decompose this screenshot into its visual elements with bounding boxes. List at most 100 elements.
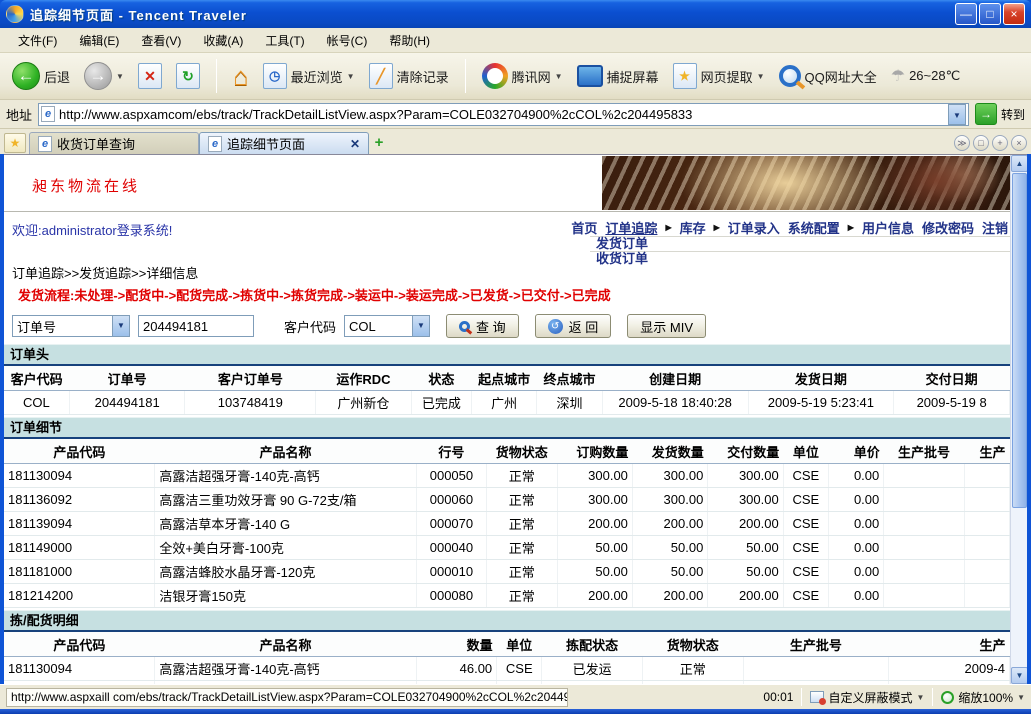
- stop-icon: ✕: [138, 63, 162, 89]
- tab-close-icon[interactable]: ✕: [350, 137, 360, 151]
- nav-change-password[interactable]: 修改密码: [922, 218, 974, 237]
- block-mode-control[interactable]: 自定义屏蔽模式 ▼: [810, 689, 924, 706]
- tencent-dropdown-icon[interactable]: ▼: [555, 72, 563, 81]
- favorites-star-icon[interactable]: ★: [4, 133, 26, 153]
- submenu-ship-order[interactable]: 发货订单: [590, 236, 1010, 251]
- column-header: 订购数量: [557, 438, 632, 464]
- page-content: 昶东物流在线 欢迎:administrator登录系统! 首页 订单追踪 ▶ 库…: [4, 154, 1027, 684]
- menu-file[interactable]: 文件(F): [8, 29, 67, 52]
- menu-edit[interactable]: 编辑(E): [69, 29, 129, 52]
- submenu-receive-order[interactable]: 收货订单: [590, 251, 1010, 266]
- home-button[interactable]: ⌂: [229, 59, 253, 94]
- menu-tools[interactable]: 工具(T): [255, 29, 314, 52]
- return-button[interactable]: ↺ 返 回: [535, 314, 612, 338]
- menu-help[interactable]: 帮助(H): [379, 29, 440, 52]
- table-cell: 高露洁三重功效牙膏 90 G-72支/箱: [155, 488, 416, 512]
- table-cell: 正常: [642, 681, 743, 685]
- recent-button[interactable]: 最近浏览 ▼: [259, 61, 359, 91]
- table-cell: 50.00: [557, 560, 632, 584]
- table-cell: 000050: [416, 464, 486, 488]
- recent-dropdown-icon[interactable]: ▼: [347, 72, 355, 81]
- table-cell: 正常: [487, 584, 557, 608]
- back-button[interactable]: ← 后退: [8, 60, 74, 92]
- table-cell: 2009-5-19 5:23:41: [748, 391, 894, 415]
- column-header: 订单号: [69, 365, 185, 391]
- table-cell: 181136092: [4, 488, 155, 512]
- order-number-input[interactable]: [138, 315, 254, 337]
- column-header: 产品名称: [155, 438, 416, 464]
- home-icon: ⌂: [233, 61, 249, 92]
- block-mode-icon: [810, 691, 824, 703]
- scroll-up-icon[interactable]: ▲: [1011, 155, 1027, 172]
- forward-dropdown-icon[interactable]: ▼: [116, 72, 124, 81]
- search-field-select[interactable]: 订单号 ▼: [12, 315, 130, 337]
- maximize-button[interactable]: □: [979, 3, 1001, 25]
- table-cell: 广州新仓: [316, 391, 412, 415]
- table-cell: [964, 536, 1009, 560]
- restore-window-icon[interactable]: □: [973, 135, 989, 151]
- vertical-scrollbar[interactable]: ▲ ▼: [1010, 155, 1027, 684]
- table-cell: 正常: [487, 560, 557, 584]
- table-row: 181130094高露洁超强牙膏-140克-高钙254.00CSE已发运正常20…: [4, 681, 1010, 685]
- tencent-icon: [482, 63, 508, 89]
- capture-screen-button[interactable]: 捕捉屏幕: [573, 63, 663, 89]
- status-separator: [932, 688, 933, 706]
- nav-logout[interactable]: 注销: [982, 218, 1008, 237]
- extract-dropdown-icon[interactable]: ▼: [757, 72, 765, 81]
- table-cell: 204494181: [69, 391, 185, 415]
- scroll-down-icon[interactable]: ▼: [1011, 667, 1027, 684]
- table-cell: [884, 464, 964, 488]
- go-button[interactable]: → 转到: [975, 103, 1025, 125]
- table-cell: 0.00: [828, 512, 883, 536]
- scrollbar-thumb[interactable]: [1012, 173, 1027, 508]
- nav-order-entry[interactable]: 订单录入: [728, 218, 780, 237]
- show-miv-button[interactable]: 显示 MIV: [627, 314, 706, 338]
- table-cell: [964, 512, 1009, 536]
- table-row: COL204494181103748419广州新仓已完成广州深圳2009-5-1…: [4, 391, 1010, 415]
- new-tab-button[interactable]: +: [369, 133, 389, 153]
- broom-icon: [369, 63, 393, 89]
- table-cell: 洁银牙膏150克: [155, 584, 416, 608]
- nav-home[interactable]: 首页: [571, 218, 597, 237]
- collapse-tabs-icon[interactable]: ≫: [954, 135, 970, 151]
- address-dropdown-icon[interactable]: ▼: [948, 104, 966, 125]
- menu-view[interactable]: 查看(V): [131, 29, 191, 52]
- minimize-button[interactable]: —: [955, 3, 977, 25]
- pin-icon[interactable]: +: [992, 135, 1008, 151]
- menu-account[interactable]: 帐号(C): [317, 29, 378, 52]
- column-header: 客户代码: [4, 365, 69, 391]
- nav-user-info[interactable]: 用户信息: [862, 218, 914, 237]
- tencent-site-button[interactable]: 腾讯网 ▼: [478, 61, 567, 91]
- query-button[interactable]: 查 询: [446, 314, 519, 338]
- tab-receive-order-query[interactable]: e 收货订单查询: [29, 132, 199, 154]
- clear-history-button[interactable]: 清除记录: [365, 61, 453, 91]
- column-header: 产品名称: [155, 631, 416, 657]
- table-cell: 已发运: [542, 681, 643, 685]
- customer-code-select[interactable]: COL ▼: [344, 315, 430, 337]
- nav-inventory[interactable]: 库存: [680, 218, 706, 237]
- table-cell: 深圳: [537, 391, 602, 415]
- nav-system-config[interactable]: 系统配置: [788, 218, 840, 237]
- weather-widget[interactable]: ☂ 26~28℃: [887, 64, 964, 88]
- zoom-control[interactable]: 缩放100% ▼: [941, 689, 1025, 706]
- column-header: 客户订单号: [185, 365, 316, 391]
- nav-order-tracking[interactable]: 订单追踪: [605, 218, 657, 237]
- address-url[interactable]: http://www.aspxamcom/ebs/track/TrackDeta…: [59, 107, 944, 122]
- stop-button[interactable]: ✕: [134, 61, 166, 91]
- refresh-button[interactable]: ↻: [172, 61, 204, 91]
- table-cell: [964, 488, 1009, 512]
- close-button[interactable]: ×: [1003, 3, 1025, 25]
- table-cell: CSE: [783, 584, 828, 608]
- forward-button[interactable]: → ▼: [80, 60, 128, 92]
- close-tabs-icon[interactable]: ×: [1011, 135, 1027, 151]
- qq-nav-button[interactable]: QQ网址大全: [775, 63, 881, 89]
- table-cell: 正常: [642, 657, 743, 681]
- tab-track-detail[interactable]: e 追踪细节页面 ✕: [199, 132, 369, 154]
- address-field[interactable]: e http://www.aspxamcom/ebs/track/TrackDe…: [38, 103, 969, 126]
- page-extract-button[interactable]: 网页提取 ▼: [669, 61, 769, 91]
- menu-favorites[interactable]: 收藏(A): [193, 29, 253, 52]
- table-cell: [884, 584, 964, 608]
- table-cell: CSE: [783, 512, 828, 536]
- column-header: 生产: [964, 438, 1009, 464]
- table-cell: 200.00: [557, 512, 632, 536]
